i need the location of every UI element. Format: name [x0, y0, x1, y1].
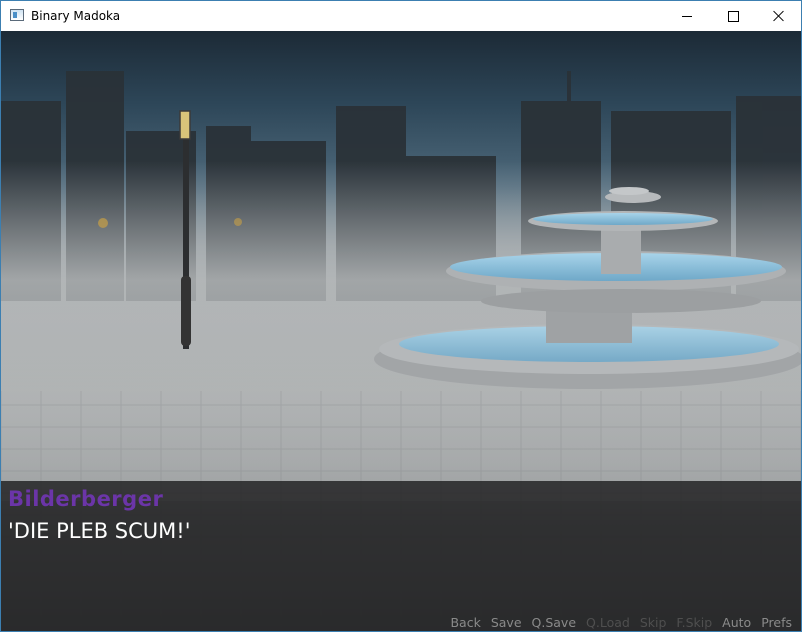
- app-window: Binary Madoka Bilderberger 'DIE PLEB SCU…: [0, 0, 802, 632]
- maximize-button[interactable]: [710, 1, 756, 31]
- title-bar[interactable]: Binary Madoka: [1, 1, 801, 31]
- window-title: Binary Madoka: [31, 9, 121, 23]
- minimize-icon: [682, 15, 692, 17]
- speaker-name: Bilderberger: [8, 487, 164, 511]
- dialogue-box[interactable]: Bilderberger 'DIE PLEB SCUM!' Back Save …: [1, 481, 801, 631]
- quick-menu-fskip[interactable]: F.Skip: [671, 615, 717, 630]
- close-button[interactable]: [756, 1, 801, 31]
- quick-menu-auto[interactable]: Auto: [717, 615, 756, 630]
- quick-menu-prefs[interactable]: Prefs: [756, 615, 797, 630]
- quick-menu-back[interactable]: Back: [445, 615, 485, 630]
- quick-menu-skip[interactable]: Skip: [635, 615, 672, 630]
- quick-menu-save[interactable]: Save: [486, 615, 527, 630]
- quick-menu: Back Save Q.Save Q.Load Skip F.Skip Auto…: [445, 615, 797, 630]
- dialogue-text: 'DIE PLEB SCUM!': [8, 519, 191, 543]
- close-icon: [773, 10, 785, 22]
- quick-menu-qload[interactable]: Q.Load: [581, 615, 635, 630]
- app-window-icon: [10, 9, 24, 21]
- quick-menu-qsave[interactable]: Q.Save: [527, 615, 582, 630]
- maximize-icon: [727, 10, 739, 22]
- minimize-button[interactable]: [664, 1, 710, 31]
- game-scene[interactable]: Bilderberger 'DIE PLEB SCUM!' Back Save …: [1, 31, 801, 631]
